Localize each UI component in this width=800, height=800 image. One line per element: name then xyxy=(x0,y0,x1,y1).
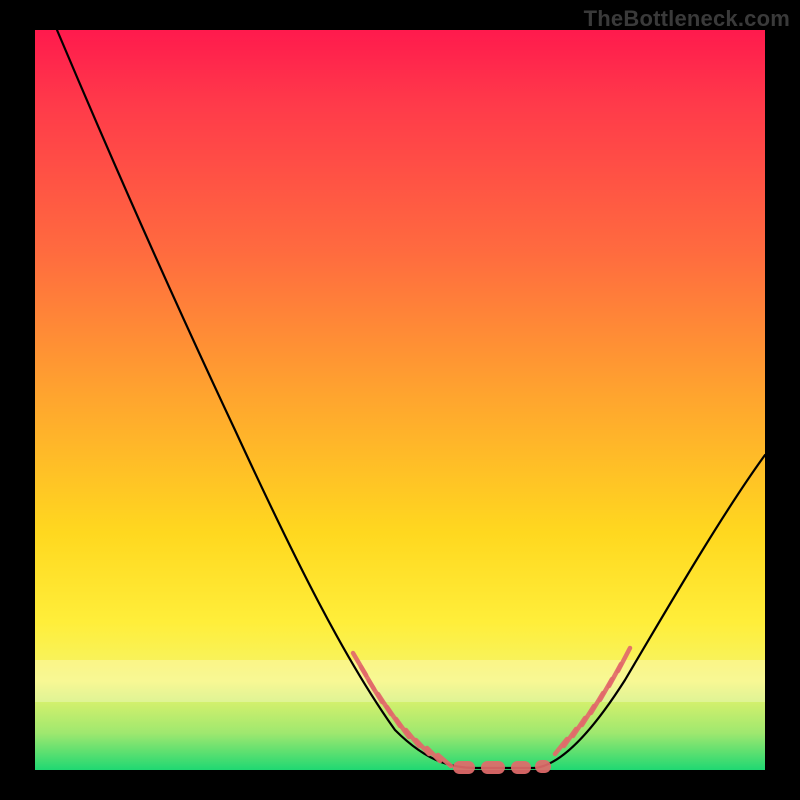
curve-layer xyxy=(35,30,765,770)
curve-right xyxy=(535,455,765,768)
curve-left xyxy=(57,30,480,768)
marker-group-bottom xyxy=(453,760,551,774)
marker-group-left xyxy=(353,653,451,766)
plot-area xyxy=(35,30,765,770)
chart-stage: TheBottleneck.com xyxy=(0,0,800,800)
marker-group-right xyxy=(555,648,630,754)
watermark-text: TheBottleneck.com xyxy=(584,6,790,32)
